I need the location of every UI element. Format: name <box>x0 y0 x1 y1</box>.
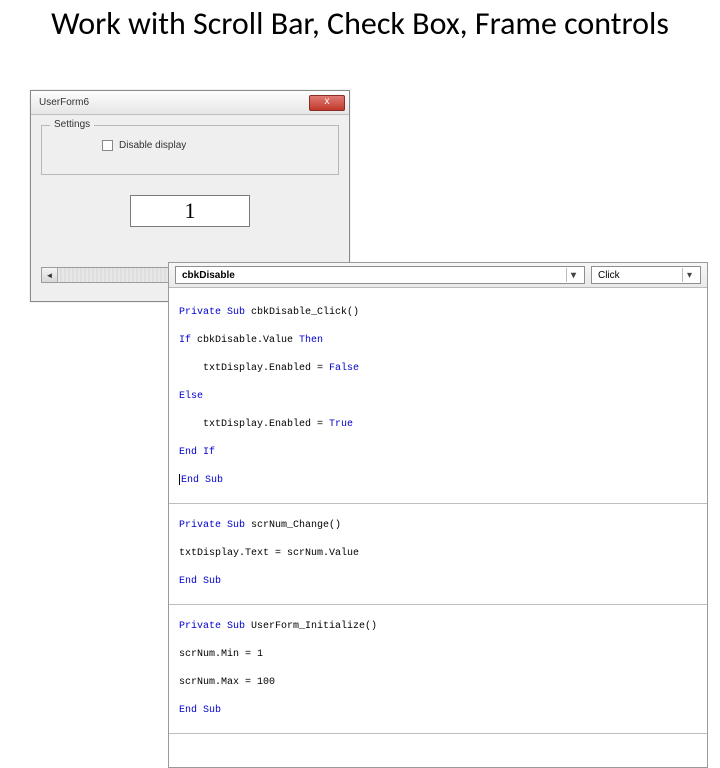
code-line: txtDisplay.Enabled = True <box>179 418 705 432</box>
code-line: Private Sub UserForm_Initialize() <box>179 620 705 634</box>
checkbox-label: Disable display <box>119 140 186 151</box>
procedure-dropdown-value: Click <box>598 270 620 281</box>
code-line: Else <box>179 390 705 404</box>
chevron-left-icon: ◄ <box>46 271 54 280</box>
code-line: txtDisplay.Enabled = False <box>179 362 705 376</box>
display-textbox[interactable]: 1 <box>130 195 250 227</box>
frame-caption: Settings <box>50 119 94 130</box>
object-dropdown-value: cbkDisable <box>182 270 235 281</box>
page-title: Work with Scroll Bar, Check Box, Frame c… <box>0 0 720 43</box>
chevron-down-icon: ▾ <box>566 268 580 282</box>
code-line: End Sub <box>179 575 705 589</box>
code-editor-window: cbkDisable ▾ Click ▾ Private Sub cbkDisa… <box>168 262 708 768</box>
procedure-separator <box>169 733 707 734</box>
code-line: End Sub <box>179 704 705 718</box>
checkbox-icon <box>102 140 113 151</box>
chevron-down-icon: ▾ <box>682 268 696 282</box>
settings-frame: Settings Disable display <box>41 125 339 175</box>
procedure-separator <box>169 503 707 504</box>
close-icon: x <box>325 96 330 107</box>
close-button[interactable]: x <box>309 95 345 111</box>
userform-title: UserForm6 <box>39 97 89 108</box>
code-line: End Sub <box>179 474 705 488</box>
code-line: txtDisplay.Text = scrNum.Value <box>179 547 705 561</box>
code-line: Private Sub cbkDisable_Click() <box>179 306 705 320</box>
code-line: scrNum.Max = 100 <box>179 676 705 690</box>
code-line: scrNum.Min = 1 <box>179 648 705 662</box>
code-editor-header: cbkDisable ▾ Click ▾ <box>169 263 707 288</box>
text-cursor <box>179 474 180 485</box>
scroll-left-button[interactable]: ◄ <box>42 268 58 282</box>
code-line: End If <box>179 446 705 460</box>
code-line: If cbkDisable.Value Then <box>179 334 705 348</box>
userform-titlebar[interactable]: UserForm6 x <box>31 91 349 115</box>
procedure-dropdown[interactable]: Click ▾ <box>591 266 701 284</box>
code-line: Private Sub scrNum_Change() <box>179 519 705 533</box>
procedure-separator <box>169 604 707 605</box>
disable-display-checkbox[interactable]: Disable display <box>102 140 328 151</box>
code-textarea[interactable]: Private Sub cbkDisable_Click() If cbkDis… <box>169 288 707 767</box>
object-dropdown[interactable]: cbkDisable ▾ <box>175 266 585 284</box>
